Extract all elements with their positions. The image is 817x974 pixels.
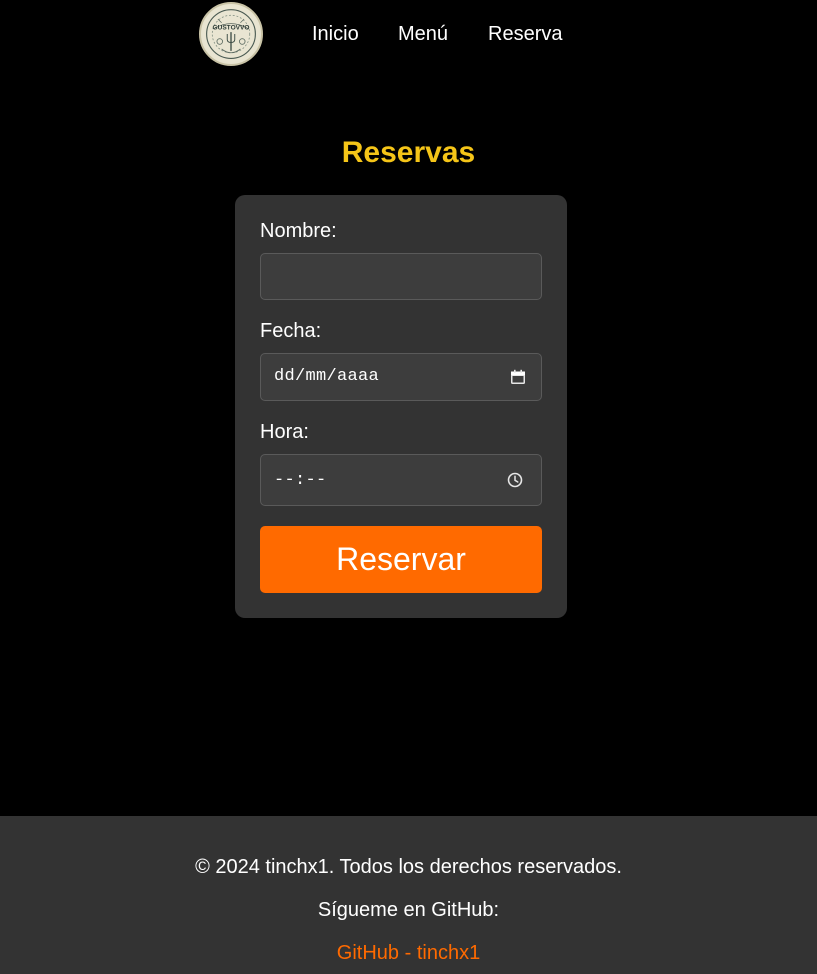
nav-link-menu[interactable]: Menú <box>398 23 448 45</box>
hora-label: Hora: <box>260 421 309 443</box>
logo-emblem-icon: GUSTOVVO <box>202 5 260 63</box>
reservar-button[interactable]: Reservar <box>260 526 542 593</box>
page: GUSTOVVO Inicio Menú Reserva Reservas No… <box>0 0 817 974</box>
calendar-icon[interactable] <box>509 368 527 386</box>
site-header: GUSTOVVO Inicio Menú Reserva <box>0 0 817 68</box>
footer-copyright: © 2024 tinchx1. Todos los derechos reser… <box>195 856 622 878</box>
fecha-placeholder: dd/mm/aaaa <box>274 367 380 386</box>
gustovvo-logo[interactable]: GUSTOVVO <box>199 2 263 66</box>
nav-link-reserva[interactable]: Reserva <box>488 23 562 45</box>
reservation-form: Nombre: Fecha: dd/mm/aaaa Hora: --:-- Re… <box>235 195 567 618</box>
nav-link-inicio[interactable]: Inicio <box>312 23 359 45</box>
svg-text:GUSTOVVO: GUSTOVVO <box>213 24 250 31</box>
hora-placeholder: --:-- <box>274 471 327 490</box>
clock-icon[interactable] <box>506 471 524 489</box>
page-title: Reservas <box>341 136 476 169</box>
fecha-label: Fecha: <box>260 320 322 342</box>
nombre-label: Nombre: <box>260 220 337 242</box>
nombre-input[interactable] <box>260 253 542 300</box>
github-link[interactable]: GitHub - tinchx1 <box>0 942 817 964</box>
footer-follow-text: Sígueme en GitHub: <box>317 899 500 921</box>
site-footer: © 2024 tinchx1. Todos los derechos reser… <box>0 816 817 974</box>
hora-input[interactable]: --:-- <box>260 454 542 506</box>
fecha-input[interactable]: dd/mm/aaaa <box>260 353 542 401</box>
